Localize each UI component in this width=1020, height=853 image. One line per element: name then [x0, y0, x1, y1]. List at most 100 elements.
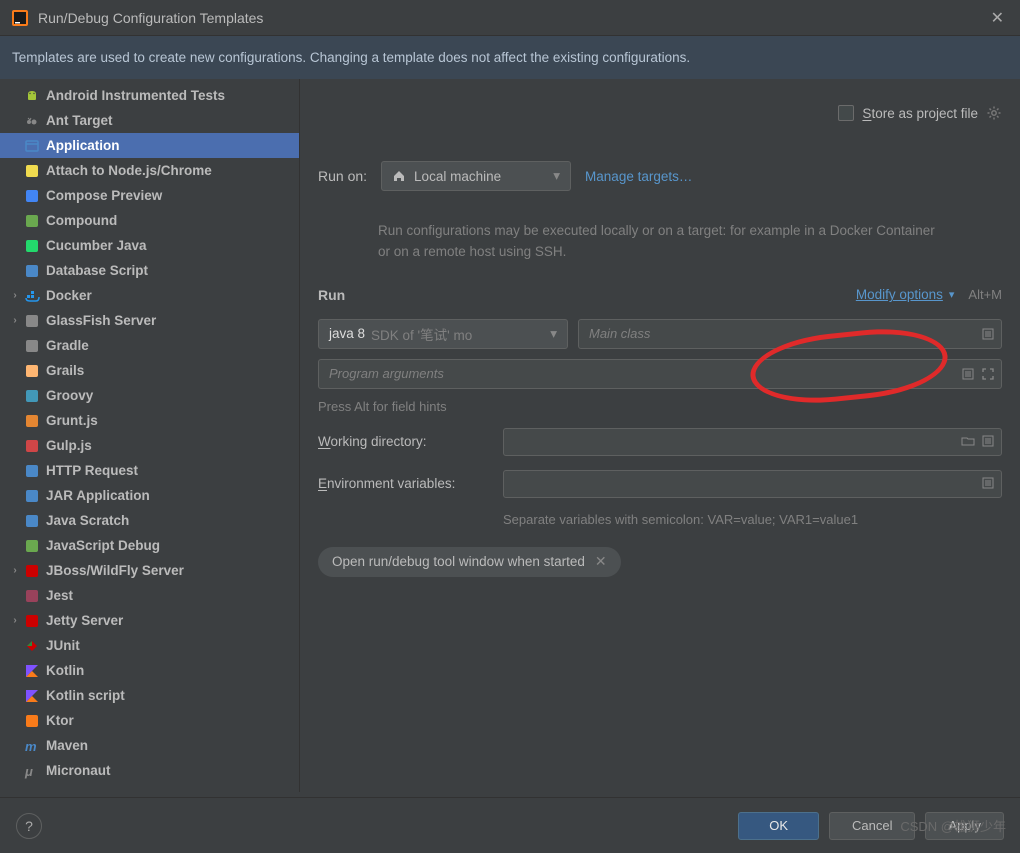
- ok-button[interactable]: OK: [738, 812, 819, 840]
- ktor-icon: [24, 713, 40, 729]
- list-icon[interactable]: [981, 434, 995, 448]
- chevron-down-icon: ▾: [550, 326, 557, 342]
- sidebar-item-label: Android Instrumented Tests: [46, 88, 225, 103]
- sidebar-item-label: Cucumber Java: [46, 238, 147, 253]
- sidebar-item-glassfish-server[interactable]: ›GlassFish Server: [0, 308, 299, 333]
- apply-button[interactable]: Apply: [925, 812, 1004, 840]
- chevron-right-icon: ›: [8, 565, 22, 576]
- sidebar-item-java-scratch[interactable]: Java Scratch: [0, 508, 299, 533]
- sidebar-item-compose-preview[interactable]: Compose Preview: [0, 183, 299, 208]
- sidebar-item-label: Kotlin: [46, 663, 84, 678]
- sidebar-item-label: Compound: [46, 213, 117, 228]
- sidebar-item-javascript-debug[interactable]: JavaScript Debug: [0, 533, 299, 558]
- sidebar-item-label: Jetty Server: [46, 613, 123, 628]
- sidebar-item-label: JBoss/WildFly Server: [46, 563, 184, 578]
- jsdebug-icon: [24, 538, 40, 554]
- titlebar: Run/Debug Configuration Templates ✕: [0, 0, 1020, 36]
- store-as-project-file[interactable]: Store as project file: [838, 105, 978, 121]
- option-chip-open-tool-window[interactable]: Open run/debug tool window when started …: [318, 547, 621, 577]
- sidebar-item-label: Gradle: [46, 338, 89, 353]
- run-on-combo[interactable]: Local machine ▾: [381, 161, 571, 191]
- sidebar-item-kotlin-script[interactable]: Kotlin script: [0, 683, 299, 708]
- cancel-button[interactable]: Cancel: [829, 812, 915, 840]
- sidebar-item-junit[interactable]: JUnit: [0, 633, 299, 658]
- kotlin-icon: [24, 663, 40, 679]
- sidebar-item-label: Java Scratch: [46, 513, 129, 528]
- grunt-icon: [24, 413, 40, 429]
- sidebar-item-maven[interactable]: m Maven: [0, 733, 299, 758]
- sidebar-item-label: Gulp.js: [46, 438, 92, 453]
- dialog-footer: ? OK Cancel Apply: [0, 797, 1020, 853]
- gear-icon[interactable]: [986, 105, 1002, 121]
- main-panel: Store as project file Run on: Local mach…: [300, 79, 1020, 792]
- sidebar-item-cucumber-java[interactable]: Cucumber Java: [0, 233, 299, 258]
- sidebar-item-attach-to-node-js-chrome[interactable]: Attach to Node.js/Chrome: [0, 158, 299, 183]
- expand-icon[interactable]: [981, 367, 995, 381]
- sidebar-item-compound[interactable]: Compound: [0, 208, 299, 233]
- sidebar-item-label: Groovy: [46, 388, 93, 403]
- sidebar-item-ant-target[interactable]: Ant Target: [0, 108, 299, 133]
- run-on-label: Run on:: [318, 168, 367, 184]
- program-args-input[interactable]: Program arguments: [318, 359, 1002, 389]
- intellij-icon: [12, 10, 28, 26]
- working-dir-input[interactable]: [503, 428, 1002, 456]
- sidebar-item-jetty-server[interactable]: › Jetty Server: [0, 608, 299, 633]
- close-icon[interactable]: ✕: [595, 553, 607, 570]
- list-icon[interactable]: [981, 327, 995, 341]
- junit-icon: [24, 638, 40, 654]
- svg-text:μ: μ: [24, 764, 33, 779]
- sidebar-item-application[interactable]: Application: [0, 133, 299, 158]
- list-icon[interactable]: [981, 476, 995, 490]
- sidebar-item-gulp-js[interactable]: Gulp.js: [0, 433, 299, 458]
- sidebar-item-label: Maven: [46, 738, 88, 753]
- sidebar-item-android-instrumented-tests[interactable]: Android Instrumented Tests: [0, 83, 299, 108]
- sidebar-item-label: Grunt.js: [46, 413, 98, 428]
- grails-icon: [24, 363, 40, 379]
- checkbox-icon[interactable]: [838, 105, 854, 121]
- jest-icon: [24, 588, 40, 604]
- folder-icon[interactable]: [961, 434, 975, 448]
- sidebar-item-micronaut[interactable]: μMicronaut: [0, 758, 299, 783]
- sidebar-item-jboss-wildfly-server[interactable]: › JBoss/WildFly Server: [0, 558, 299, 583]
- android-icon: [24, 88, 40, 104]
- sidebar-item-http-request[interactable]: HTTP Request: [0, 458, 299, 483]
- main-class-input[interactable]: Main class: [578, 319, 1002, 349]
- sidebar-item-label: Application: [46, 138, 120, 153]
- sidebar-item-label: Jest: [46, 588, 73, 603]
- manage-targets-link[interactable]: Manage targets…: [585, 169, 692, 184]
- help-button[interactable]: ?: [16, 813, 42, 839]
- jboss-icon: [24, 563, 40, 579]
- sidebar-item-label: Kotlin script: [46, 688, 125, 703]
- db-icon: [24, 263, 40, 279]
- docker-icon: [24, 288, 40, 304]
- svg-text:m: m: [25, 739, 37, 754]
- chevron-right-icon: ›: [8, 315, 22, 326]
- sidebar-item-label: Grails: [46, 363, 84, 378]
- chevron-down-icon: ▾: [949, 288, 955, 301]
- window-title: Run/Debug Configuration Templates: [38, 10, 987, 26]
- sidebar-item-grunt-js[interactable]: Grunt.js: [0, 408, 299, 433]
- env-vars-input[interactable]: [503, 470, 1002, 498]
- sidebar-item-groovy[interactable]: Groovy: [0, 383, 299, 408]
- info-banner: Templates are used to create new configu…: [0, 36, 1020, 79]
- sidebar-item-jest[interactable]: Jest: [0, 583, 299, 608]
- jdk-combo[interactable]: java 8 SDK of '笔试' mo ▾: [318, 319, 568, 349]
- chevron-right-icon: ›: [8, 615, 22, 626]
- chevron-right-icon: ›: [8, 290, 22, 301]
- modify-options-link[interactable]: Modify options: [856, 287, 943, 302]
- list-icon[interactable]: [961, 367, 975, 381]
- template-tree[interactable]: Android Instrumented Tests Ant Target Appl…: [0, 79, 300, 792]
- sidebar-item-gradle[interactable]: Gradle: [0, 333, 299, 358]
- close-icon[interactable]: ✕: [987, 4, 1008, 32]
- micronaut-icon: μ: [24, 763, 40, 779]
- compound-icon: [24, 213, 40, 229]
- cucumber-icon: [24, 238, 40, 254]
- sidebar-item-ktor[interactable]: Ktor: [0, 708, 299, 733]
- sidebar-item-grails[interactable]: Grails: [0, 358, 299, 383]
- kotlin-icon: [24, 688, 40, 704]
- sidebar-item-kotlin[interactable]: Kotlin: [0, 658, 299, 683]
- sidebar-item-database-script[interactable]: Database Script: [0, 258, 299, 283]
- app-icon: [24, 138, 40, 154]
- sidebar-item-docker[interactable]: ›Docker: [0, 283, 299, 308]
- sidebar-item-jar-application[interactable]: JAR Application: [0, 483, 299, 508]
